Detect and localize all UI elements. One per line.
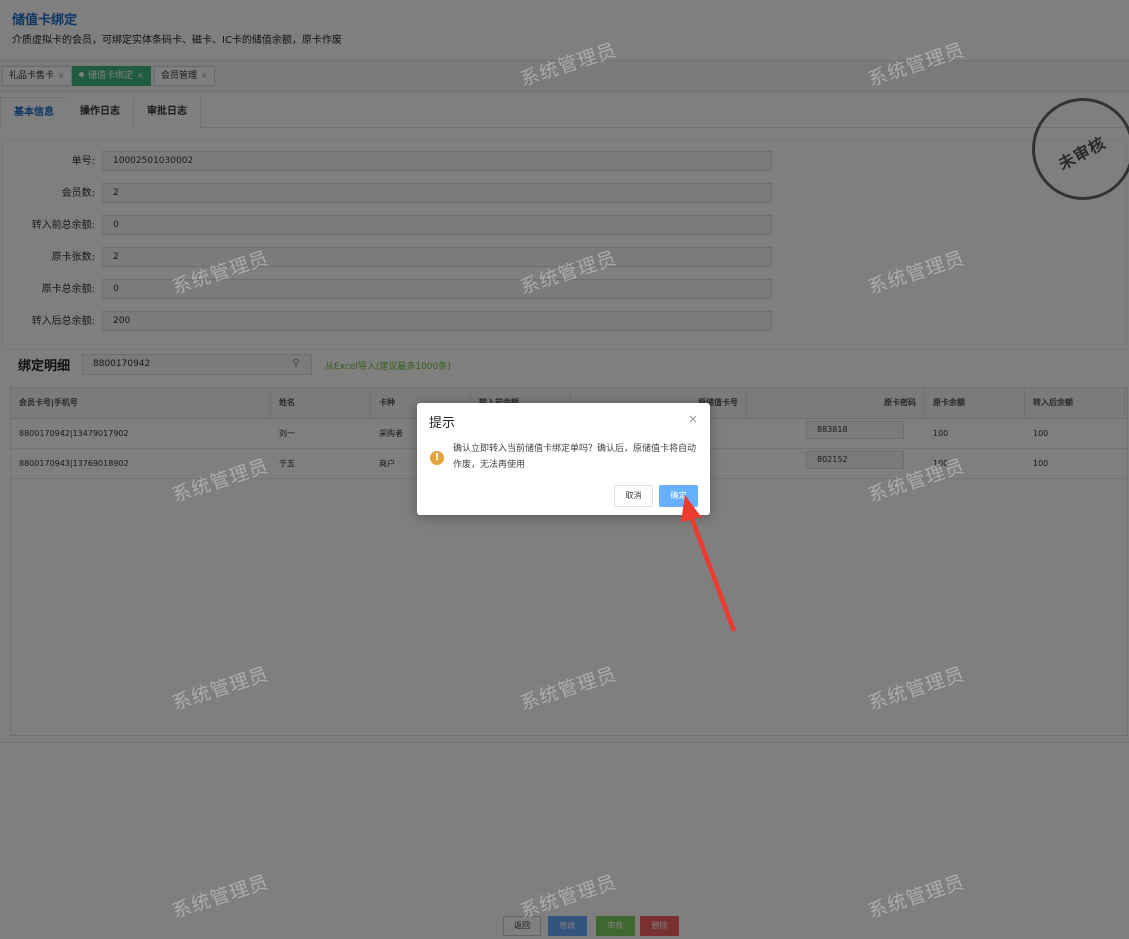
warning-icon: ! [430,451,444,465]
arrow-shape [681,495,736,632]
dialog-message: 确认立即转入当前储值卡绑定单吗？确认后，原储值卡将自动作废，无法再使用 [453,444,697,470]
close-icon[interactable]: × [688,412,698,426]
confirm-dialog: 提示 × ! 确认立即转入当前储值卡绑定单吗？确认后，原储值卡将自动作废，无法再… [417,403,710,515]
cancel-button[interactable]: 取消 [614,485,653,507]
dialog-title: 提示 [429,416,456,431]
red-arrow-annotation [681,495,736,632]
